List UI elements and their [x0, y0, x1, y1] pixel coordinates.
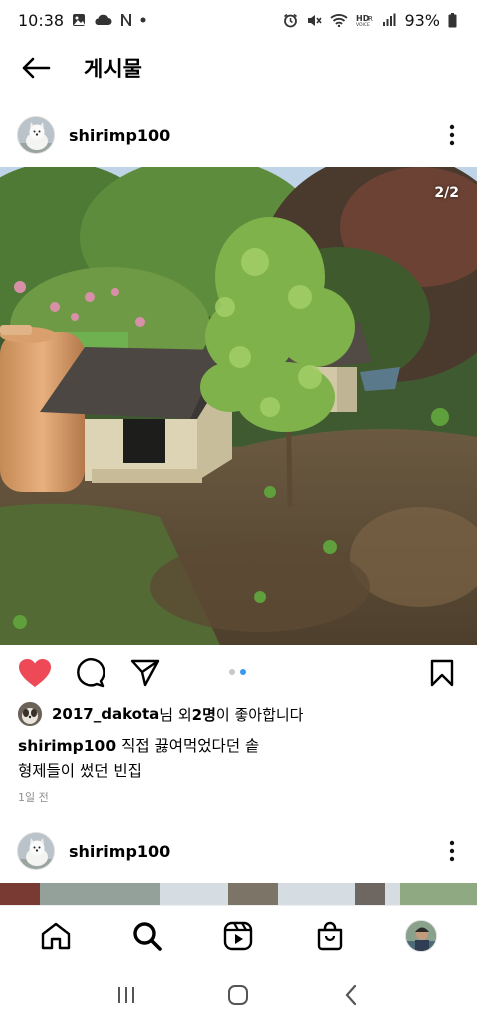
liker-username[interactable]: 2017_dakota [52, 705, 159, 723]
home-system-icon [228, 984, 249, 1005]
battery-icon [448, 12, 457, 28]
send-icon [130, 659, 160, 687]
alarm-icon [283, 13, 298, 28]
save-button[interactable] [425, 656, 459, 690]
app-header: 게시물 [0, 40, 477, 96]
bottom-navigation [0, 905, 477, 965]
hd-volte-icon: HD VOICE R [356, 13, 374, 27]
back-button[interactable] [6, 40, 66, 96]
next-post-author-username[interactable]: shirimp100 [69, 842, 170, 861]
more-vertical-icon [449, 124, 455, 146]
carousel-dot-active [240, 669, 246, 675]
dot-icon [140, 17, 146, 23]
carousel-dot [229, 669, 235, 675]
next-post-header: shirimp100 [0, 820, 477, 882]
recent-apps-button[interactable] [102, 971, 150, 1019]
next-post-image[interactable] [0, 883, 477, 905]
arrow-left-icon [22, 57, 51, 79]
page-title: 게시물 [84, 57, 142, 81]
image-counter: 2/2 [434, 185, 459, 201]
post-author-avatar[interactable] [17, 116, 55, 154]
like-button[interactable] [18, 656, 52, 690]
nav-reels-button[interactable] [214, 912, 262, 960]
next-post-author-avatar[interactable] [17, 832, 55, 870]
nav-search-button[interactable] [123, 912, 171, 960]
reels-icon [224, 921, 253, 950]
system-navigation [0, 965, 477, 1024]
status-bar: 10:38 HD VOICE R 93% [0, 0, 477, 40]
home-icon [41, 922, 70, 949]
profile-avatar [405, 919, 438, 952]
post-options-button[interactable] [427, 110, 477, 160]
status-right: HD VOICE R 93% [283, 11, 457, 30]
home-system-button[interactable] [214, 971, 262, 1019]
post-timestamp: 1일 전 [18, 791, 49, 804]
shop-icon [317, 921, 343, 950]
cloud-icon [94, 14, 112, 26]
gallery-icon [72, 13, 86, 27]
liker-avatar [18, 702, 42, 726]
heart-filled-icon [19, 658, 51, 687]
mute-icon [306, 13, 323, 28]
likes-summary[interactable]: 2017_dakota 님 외 2명 이 좋아합니다 [18, 702, 303, 726]
nav-home-button[interactable] [32, 912, 80, 960]
status-time: 10:38 [18, 10, 65, 30]
post-author-username[interactable]: shirimp100 [69, 126, 170, 145]
caption-username[interactable]: shirimp100 [18, 737, 116, 755]
comment-icon [77, 658, 105, 688]
nav-shop-button[interactable] [306, 912, 354, 960]
next-post-options-button[interactable] [427, 826, 477, 876]
status-left: 10:38 [18, 11, 146, 30]
bookmark-icon [430, 659, 454, 687]
more-vertical-icon [449, 840, 455, 862]
search-icon [133, 921, 162, 951]
likes-text-2: 이 좋아합니다 [215, 705, 304, 724]
svg-text:R: R [368, 15, 373, 23]
nav-profile-button[interactable] [397, 912, 445, 960]
post-caption: shirimp100 직접 끓여먹었다던 솥 형제들이 썼던 빈집 [18, 734, 458, 784]
likes-text-1: 님 외 [159, 705, 192, 724]
signal-icon [382, 13, 396, 27]
battery-level: 93% [404, 10, 440, 30]
post-image[interactable]: 2/2 [0, 167, 477, 645]
likes-count[interactable]: 2명 [192, 704, 216, 725]
n-icon [120, 13, 132, 27]
wifi-icon [330, 13, 349, 27]
share-button[interactable] [128, 656, 162, 690]
caption-text-1: 직접 끓여먹었다던 솥 [116, 737, 260, 755]
caption-line-1: shirimp100 직접 끓여먹었다던 솥 [18, 734, 458, 759]
caption-text-2: 형제들이 썼던 빈집 [18, 762, 142, 780]
comment-button[interactable] [73, 656, 107, 690]
post-action-bar [0, 648, 477, 696]
chevron-left-icon [345, 984, 356, 1005]
post-header: shirimp100 [0, 104, 477, 166]
back-system-button[interactable] [327, 971, 375, 1019]
carousel-indicator [229, 669, 246, 675]
recent-apps-icon [118, 986, 135, 1003]
